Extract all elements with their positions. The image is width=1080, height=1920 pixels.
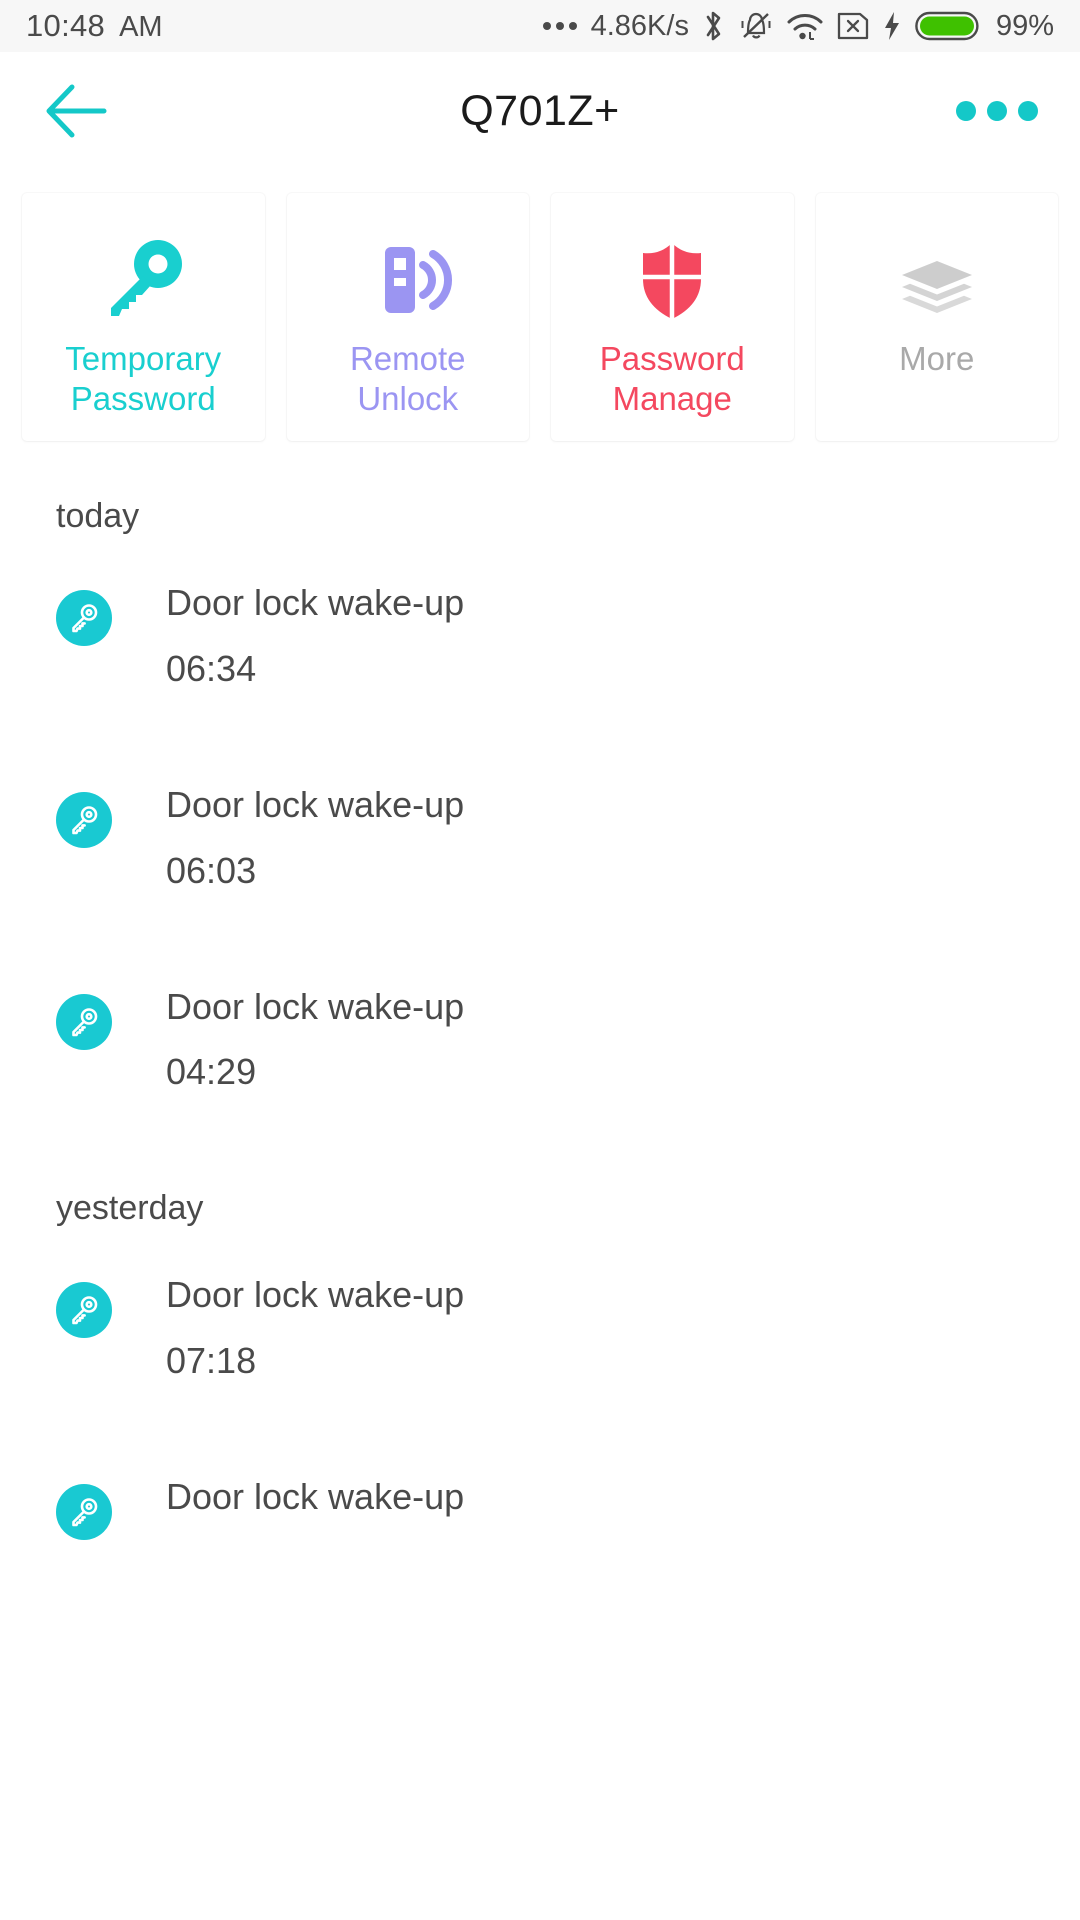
log-entry[interactable]: Door lock wake-up 04:29 <box>56 985 1024 1094</box>
key-badge-icon <box>56 993 112 1050</box>
log-entry-time: 06:03 <box>166 849 257 891</box>
action-label: Temporary Password <box>65 340 222 417</box>
app-bar: Q701Z+ <box>0 52 1080 170</box>
action-label: More <box>899 340 975 377</box>
ellipsis-icon <box>542 22 577 30</box>
action-card-password-manage[interactable]: Password Manage <box>551 193 794 441</box>
day-header-today: today <box>56 497 140 535</box>
log-entry-text: Door lock wake-up 04:29 <box>166 985 465 1094</box>
log-entry-title: Door lock wake-up <box>166 985 465 1027</box>
log-entry-text: Door lock wake-up 07:18 <box>166 1276 464 1382</box>
key-badge-icon <box>56 590 112 646</box>
log-entry[interactable]: Door lock wake-up 06:34 <box>56 584 1024 690</box>
status-ampm: AM <box>119 11 163 43</box>
remote-unlock-icon <box>363 237 453 323</box>
layers-icon <box>892 237 982 323</box>
page-title: Q701Z+ <box>460 86 620 135</box>
key-badge-icon <box>56 1484 112 1541</box>
mute-vibrate-icon <box>739 9 773 43</box>
log-entry-time: 04:29 <box>166 1051 257 1093</box>
log-entry[interactable]: Door lock wake-up <box>56 1478 1024 1542</box>
log-entry-title: Door lock wake-up <box>166 783 465 825</box>
log-entry-text: Door lock wake-up <box>166 1478 464 1542</box>
log-entry-time: 07:18 <box>166 1340 257 1382</box>
key-badge-icon <box>56 1282 112 1339</box>
log-entry-title: Door lock wake-up <box>166 582 465 623</box>
shield-icon <box>627 237 717 323</box>
status-bar: 10:48 AM 4.86K/s 99% <box>0 0 1080 52</box>
back-arrow-icon[interactable] <box>42 79 114 143</box>
quick-action-row: Temporary Password Remote Unlock Passwor… <box>0 193 1080 441</box>
day-header-yesterday: yesterday <box>56 1189 204 1228</box>
status-clock: 10:48 <box>26 8 106 43</box>
key-badge-icon <box>56 791 112 848</box>
status-bar-left: 10:48 AM <box>26 8 163 44</box>
sim-card-error-icon <box>837 11 869 41</box>
log-entry[interactable]: Door lock wake-up 06:03 <box>56 783 1024 892</box>
status-bar-right: 4.86K/s 99% <box>542 9 1054 43</box>
bluetooth-icon <box>702 9 726 43</box>
log-entry-time: 06:34 <box>166 647 257 689</box>
battery-percent-label: 99% <box>995 9 1054 42</box>
battery-icon <box>915 10 981 42</box>
log-entry-text: Door lock wake-up 06:03 <box>166 783 465 892</box>
activity-timeline: today Door lock wake-up 06:34 Door lock … <box>0 497 1080 1542</box>
log-entry-title: Door lock wake-up <box>166 1476 465 1518</box>
action-label: Remote Unlock <box>349 340 466 417</box>
network-speed-label: 4.86K/s <box>590 9 689 42</box>
action-card-remote-unlock[interactable]: Remote Unlock <box>286 193 529 441</box>
action-card-more[interactable]: More <box>815 193 1058 441</box>
key-icon <box>98 237 188 323</box>
action-card-temporary-password[interactable]: Temporary Password <box>22 193 265 441</box>
log-entry-text: Door lock wake-up 06:34 <box>166 584 464 690</box>
wifi-icon <box>786 10 824 42</box>
charging-bolt-icon <box>882 10 902 42</box>
log-entry[interactable]: Door lock wake-up 07:18 <box>56 1276 1024 1382</box>
log-entry-title: Door lock wake-up <box>166 1274 465 1316</box>
more-options-icon[interactable] <box>956 101 1038 121</box>
action-label: Password Manage <box>599 340 745 417</box>
